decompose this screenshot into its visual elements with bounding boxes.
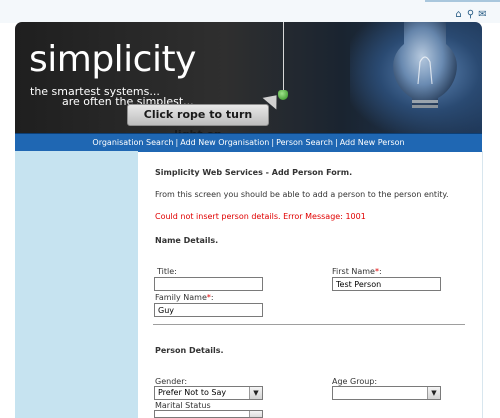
- light-rope[interactable]: [283, 22, 284, 92]
- label-colon: :: [210, 293, 214, 302]
- nav-links: Organisation Search | Add New Organisation…: [15, 134, 482, 152]
- nav-add-new-organisation[interactable]: Add New Organisation: [180, 138, 269, 147]
- error-message: Could not insert person details. Error M…: [155, 212, 366, 221]
- left-sidebar: [15, 151, 138, 418]
- nav-separator: |: [335, 138, 338, 147]
- gender-select-value: Prefer Not to Say: [158, 388, 227, 397]
- light-bulb-icon: [393, 22, 457, 108]
- rope-callout: Click rope to turn light on: [127, 104, 269, 141]
- marital-status-label: Marital Status: [155, 401, 211, 410]
- nav-bar: Organisation Search | Add New Organisation…: [15, 133, 482, 152]
- home-icon[interactable]: ⌂: [453, 10, 464, 20]
- chevron-down-icon[interactable]: ▼: [249, 387, 262, 399]
- family-name-label-text: Family Name: [155, 293, 207, 302]
- first-name-label-text: First Name: [332, 267, 375, 276]
- label-colon: :: [378, 267, 382, 276]
- chevron-down-icon[interactable]: [249, 411, 262, 417]
- intro-text: From this screen you should be able to a…: [155, 190, 449, 199]
- nav-person-search[interactable]: Person Search: [276, 138, 333, 147]
- age-group-select[interactable]: ▼: [332, 386, 441, 400]
- top-strip: [0, 0, 500, 23]
- chevron-down-icon[interactable]: ▼: [427, 387, 440, 399]
- title-label: Title:: [157, 267, 177, 276]
- section-divider: [153, 324, 465, 325]
- nav-organisation-search[interactable]: Organisation Search: [92, 138, 173, 147]
- page-title: Simplicity Web Services - Add Person For…: [155, 168, 353, 177]
- section-heading-person-details: Person Details.: [155, 346, 224, 355]
- title-input[interactable]: [154, 277, 263, 291]
- top-strip-line: [425, 0, 500, 2]
- mail-icon[interactable]: ✉: [477, 10, 488, 20]
- search-icon[interactable]: ⚲: [465, 10, 476, 20]
- nav-add-new-person[interactable]: Add New Person: [340, 138, 405, 147]
- content-right-border: [482, 151, 483, 418]
- section-heading-name-details: Name Details.: [155, 236, 219, 245]
- first-name-input[interactable]: Test Person: [332, 277, 441, 291]
- gender-select[interactable]: Prefer Not to Say ▼: [154, 386, 263, 400]
- family-name-input[interactable]: Guy: [154, 303, 263, 317]
- first-name-label: First Name*:: [332, 267, 382, 276]
- age-group-label: Age Group:: [332, 377, 378, 386]
- logo: simplicity: [29, 39, 196, 80]
- family-name-label: Family Name*:: [155, 293, 214, 302]
- marital-status-select[interactable]: [154, 410, 263, 418]
- gender-label: Gender:: [155, 377, 188, 386]
